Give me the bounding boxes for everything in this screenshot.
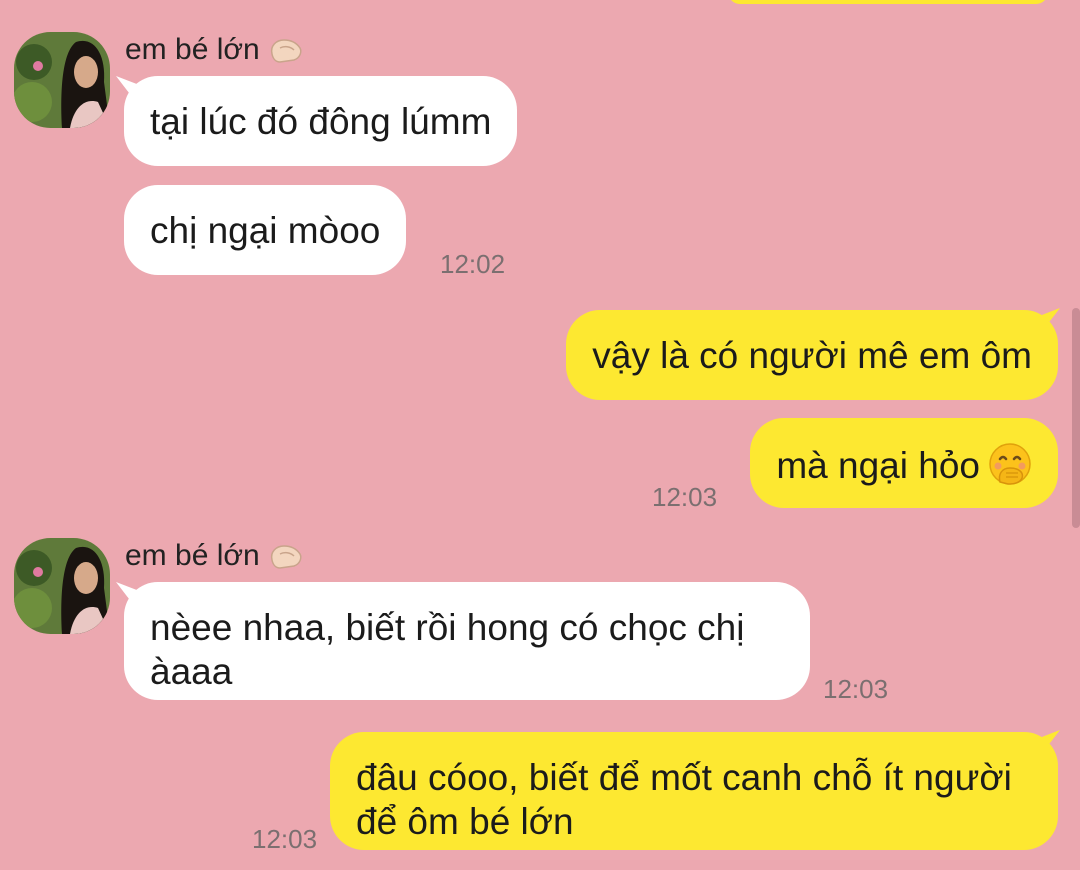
message-text: vậy là có người mê em ôm [592,335,1032,376]
message-text: nèee nhaa, biết rồi hong có chọc chị àaa… [150,607,745,692]
avatar[interactable] [14,32,110,128]
sender-name: em bé lớn [125,32,306,68]
scrollbar[interactable] [1072,308,1080,528]
message-timestamp: 12:03 [252,824,318,854]
previous-message-bubble[interactable] [728,0,1048,4]
message-timestamp: 12:03 [823,674,889,704]
message-bubble[interactable]: vậy là có người mê em ôm [566,310,1058,400]
message-bubble[interactable]: mà ngại hỏo [750,418,1058,508]
avatar[interactable] [14,538,110,634]
message-text: đâu cóoo, biết để mốt canh chỗ ít người … [356,757,1012,842]
message-timestamp: 12:03 [652,482,718,512]
message-timestamp: 12:02 [440,249,506,279]
face-with-hand-over-mouth-icon [989,443,1031,485]
message-bubble[interactable]: nèee nhaa, biết rồi hong có chọc chị àaa… [124,582,810,700]
message-bubble[interactable]: chị ngại mòoo [124,185,407,275]
sender-name-text: em bé lớn [125,33,260,66]
pinched-fingers-icon [270,545,302,569]
pinched-fingers-icon [270,39,302,63]
message-bubble[interactable]: tại lúc đó đông lúmm [124,76,518,166]
sender-name: em bé lớn [125,538,306,574]
message-text: tại lúc đó đông lúmm [150,101,492,142]
message-bubble[interactable]: đâu cóoo, biết để mốt canh chỗ ít người … [330,732,1058,850]
sender-name-text: em bé lớn [125,539,260,572]
message-text: chị ngại mòoo [150,210,381,251]
message-text: mà ngại hỏo [776,445,980,486]
